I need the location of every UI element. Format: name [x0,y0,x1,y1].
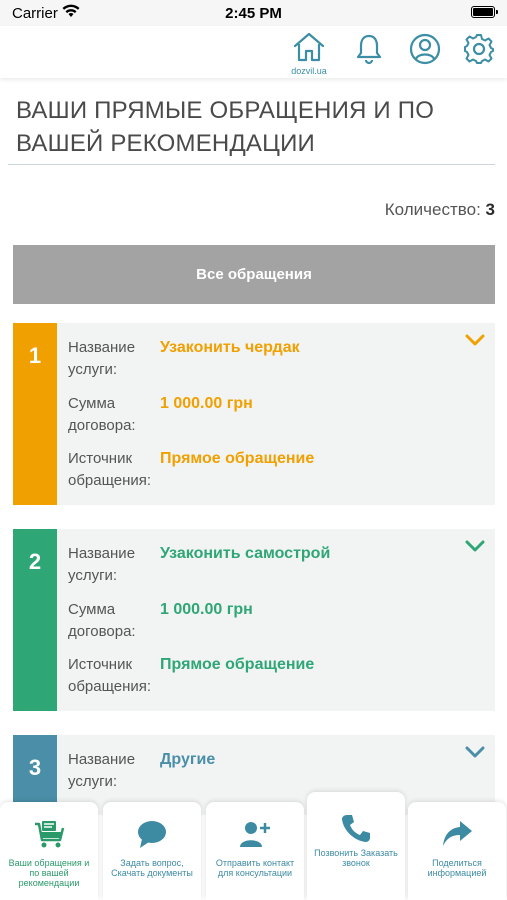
tab-label: Ваши обращения и по вашей рекомендации [8,858,90,888]
page-title: ВАШИ ПРЯМЫЕ ОБРАЩЕНИЯ И ПО ВАШЕЙ РЕКОМЕН… [16,97,435,157]
tab-call[interactable]: Позвонить Заказать звонок [307,792,405,900]
amount-value: 1 000.00 грн [160,601,253,618]
share-arrow-icon [443,821,472,846]
request-card[interactable]: 2 Название услуги: Узаконить самострой С… [13,529,495,711]
home-button[interactable]: dozvil.ua [291,32,327,76]
amount-value: 1 000.00 грн [160,395,253,412]
source-label: Источник обращения: [68,450,152,489]
tab-send-contact[interactable]: Отправить контакт для консультации [206,802,304,900]
tab-my-requests[interactable]: Ваши обращения и по вашей рекомендации [0,802,98,900]
service-label: Название услуги: [68,339,136,378]
gear-icon [464,34,494,64]
settings-button[interactable] [462,32,496,66]
tab-label: Задать вопрос, Скачать документы [111,858,193,878]
source-value: Прямое обращение [160,450,315,467]
chevron-down-icon[interactable] [465,539,485,553]
user-circle-icon [409,33,441,65]
home-icon [293,32,325,62]
tab-ask-question[interactable]: Задать вопрос, Скачать документы [103,802,201,900]
cart-icon [35,821,65,848]
tab-share[interactable]: Поделиться информацией [408,802,506,900]
chevron-down-icon[interactable] [465,333,485,347]
home-label: dozvil.ua [291,66,327,76]
service-value: Другие [160,751,216,768]
clock: 2:45 PM [225,5,282,22]
chat-bubble-icon [138,821,166,848]
count-value: 3 [485,200,495,219]
profile-button[interactable] [408,32,442,66]
count-label: Количество: [384,200,481,219]
chevron-down-icon[interactable] [465,745,485,759]
amount-label: Сумма договора: [68,601,136,640]
service-label: Название услуги: [68,751,136,790]
tab-label: Отправить контакт для консультации [215,858,295,878]
tab-label: Позвонить Заказать звонок [314,848,398,868]
source-label: Источник обращения: [68,656,152,695]
status-bar: Carrier 2:45 PM [0,0,507,26]
phone-icon [342,815,370,842]
title-divider [8,164,495,165]
request-card[interactable]: 1 Название услуги: Узаконить чердак Сумм… [13,323,495,505]
add-user-icon [240,822,270,847]
card-number: 1 [13,323,57,505]
source-value: Прямое обращение [160,656,315,673]
bell-icon [356,34,382,65]
bottom-tab-bar: Ваши обращения и по вашей рекомендации З… [0,792,507,900]
all-requests-button[interactable]: Все обращения [13,245,495,304]
request-count: Количество: 3 [385,200,495,220]
top-header: dozvil.ua [0,26,507,78]
service-label: Название услуги: [68,545,136,584]
notifications-button[interactable] [352,32,386,66]
service-value: Узаконить самострой [160,545,331,562]
card-number: 2 [13,529,57,711]
service-value: Узаконить чердак [160,339,300,356]
battery-icon [471,6,498,18]
amount-label: Сумма договора: [68,395,136,434]
tab-label: Поделиться информацией [427,858,487,878]
